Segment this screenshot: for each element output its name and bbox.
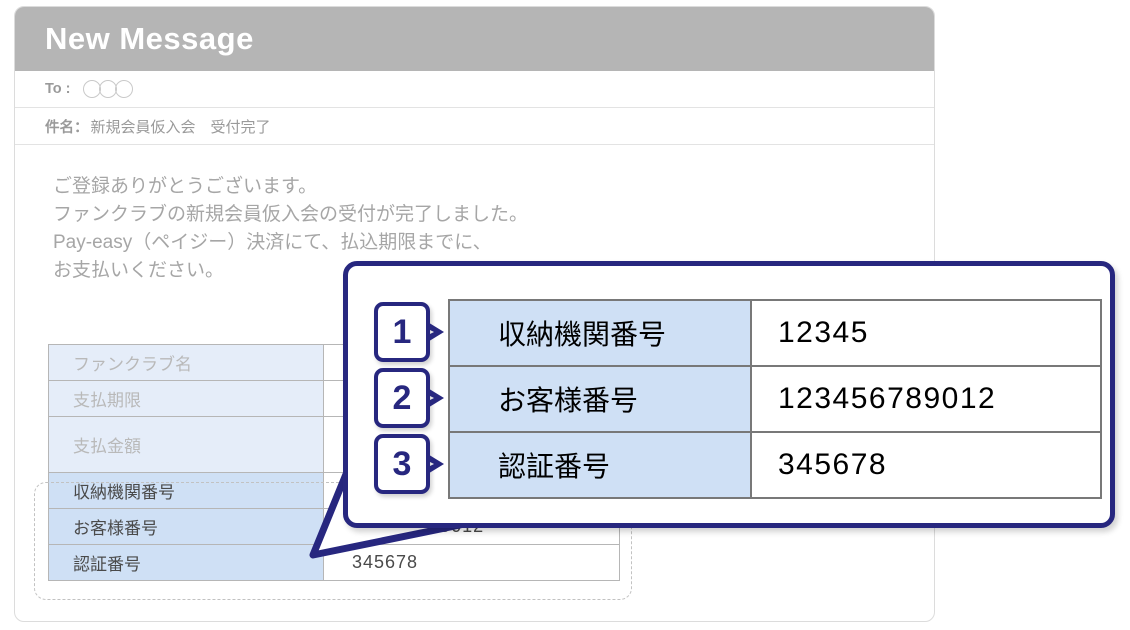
- table-cell-key: 収納機関番号: [48, 472, 324, 509]
- circle-icon: [114, 80, 133, 98]
- body-line: ご登録ありがとうございます。: [53, 176, 318, 197]
- to-field-label: To :: [45, 81, 71, 97]
- table-cell-key: 認証番号: [448, 431, 752, 499]
- circle-icon: [98, 80, 117, 98]
- mail-header-bar: New Message: [15, 7, 934, 71]
- arrow-right-icon: [426, 321, 444, 343]
- table-cell-key: お客様番号: [448, 365, 752, 433]
- callout-content: 1 2 3 収納機関番号 12345 お客様番号 123456789012 認証…: [374, 297, 1102, 499]
- step-badge-1: 1: [374, 302, 430, 362]
- callout-details-table: 収納機関番号 12345 お客様番号 123456789012 認証番号 345…: [448, 299, 1102, 499]
- subject-field-label: 件名：: [45, 119, 89, 136]
- callout-badge-wrap: 3: [374, 431, 444, 497]
- page-title: New Message: [45, 21, 254, 56]
- step-badge-2: 2: [374, 368, 430, 428]
- callout-panel: 1 2 3 収納機関番号 12345 お客様番号 123456789012 認証…: [343, 261, 1115, 528]
- arrow-right-icon: [426, 453, 444, 475]
- subject-field-value: 新規会員仮入会 受付完了: [90, 118, 271, 136]
- callout-badge-wrap: 2: [374, 365, 444, 431]
- body-line: Pay-easy（ペイジー）決済にて、払込期限までに、: [53, 232, 492, 253]
- table-row: 収納機関番号 12345: [448, 299, 1102, 367]
- table-cell-value: 12345: [750, 299, 1102, 367]
- table-cell-key: ファンクラブ名: [48, 344, 324, 381]
- table-cell-value: 123456789012: [750, 365, 1102, 433]
- callout-badge-wrap: 1: [374, 299, 444, 365]
- table-cell-key: 認証番号: [48, 544, 324, 581]
- callout-badge-column: 1 2 3: [374, 297, 444, 497]
- to-field-row[interactable]: To :: [15, 71, 934, 108]
- table-cell-key: 支払金額: [48, 416, 324, 473]
- table-row: 認証番号 345678: [448, 431, 1102, 499]
- table-cell-value: 345678: [323, 544, 620, 581]
- table-cell-value: 345678: [750, 431, 1102, 499]
- circle-icon: [82, 80, 101, 98]
- table-cell-key: 支払期限: [48, 380, 324, 417]
- table-row: お客様番号 123456789012: [448, 365, 1102, 433]
- table-row: 認証番号 345678: [48, 544, 620, 581]
- arrow-right-icon: [426, 387, 444, 409]
- table-cell-key: お客様番号: [48, 508, 324, 545]
- step-badge-3: 3: [374, 434, 430, 494]
- subject-field-row[interactable]: 件名： 新規会員仮入会 受付完了: [15, 108, 934, 145]
- to-recipient-placeholder: [82, 80, 133, 98]
- table-cell-key: 収納機関番号: [448, 299, 752, 367]
- body-line: ファンクラブの新規会員仮入会の受付が完了しました。: [53, 204, 529, 225]
